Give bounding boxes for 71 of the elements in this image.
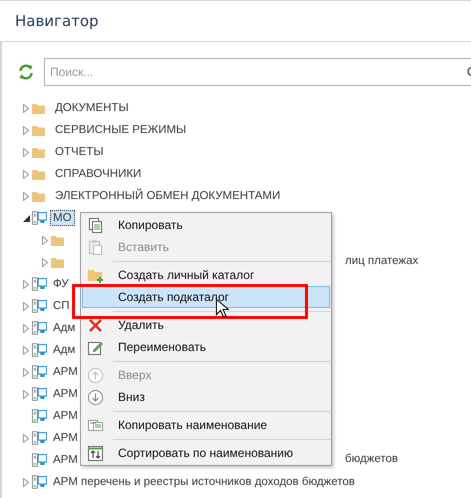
menu-item[interactable]: Копировать <box>82 214 330 236</box>
copy-name-icon <box>88 420 103 430</box>
menu-item[interactable]: Переименовать <box>82 336 330 358</box>
paste-icon <box>89 240 102 254</box>
delete-icon <box>88 318 102 332</box>
collapsed-arrow-icon[interactable] <box>23 104 29 112</box>
tree-item[interactable]: СЕРВИСНЫЕ РЕЖИМЫ <box>52 122 190 138</box>
collapsed-arrow-icon[interactable] <box>23 324 29 332</box>
computer-icon <box>32 342 47 358</box>
menu-item[interactable]: Копировать наименование <box>82 414 330 436</box>
computer-icon <box>32 430 47 446</box>
tree-item[interactable]: бюджетов <box>345 453 398 465</box>
collapsed-arrow-icon[interactable] <box>23 148 29 156</box>
panel-title: Навигатор <box>15 12 99 30</box>
down-icon <box>88 390 103 404</box>
collapsed-arrow-icon[interactable] <box>23 280 29 288</box>
tree-item[interactable]: СП <box>50 298 73 314</box>
collapsed-arrow-icon[interactable] <box>23 170 29 178</box>
tree-item[interactable]: СПРАВОЧНИКИ <box>52 166 144 182</box>
folder-icon <box>32 102 45 114</box>
tree-item[interactable]: АРМ перечень и реестры источников доходов бюджетов <box>50 474 358 490</box>
collapsed-arrow-icon[interactable] <box>42 258 48 266</box>
folder-icon <box>51 234 64 246</box>
computer-icon <box>32 386 47 402</box>
tree-item[interactable]: ЭЛЕКТРОННЫЙ ОБМЕН ДОКУМЕНТАМИ <box>52 188 284 204</box>
tree-item[interactable]: АРМ <box>50 386 81 402</box>
computer-icon <box>32 276 47 292</box>
copy-icon <box>89 218 102 232</box>
edit-icon <box>88 342 103 354</box>
tree-item[interactable]: ОТЧЕТЫ <box>52 144 107 160</box>
folder-plus-icon <box>88 270 104 284</box>
collapsed-arrow-icon[interactable] <box>23 302 29 310</box>
computer-icon <box>32 474 47 490</box>
tree-item[interactable]: ФУ <box>50 276 72 292</box>
collapsed-arrow-icon[interactable] <box>23 434 29 442</box>
tree-item[interactable]: ДОКУМЕНТЫ <box>52 100 132 116</box>
tree-item[interactable]: МО <box>50 210 75 226</box>
tree-item[interactable]: АРМ <box>50 452 81 468</box>
tree-item[interactable]: Адм <box>50 342 78 358</box>
menu-item[interactable]: Создать личный каталог <box>82 264 330 286</box>
computer-icon <box>32 452 47 468</box>
computer-icon <box>32 364 47 380</box>
folder-icon <box>51 256 64 268</box>
refresh-icon[interactable] <box>18 64 34 80</box>
computer-icon <box>32 320 47 336</box>
folder-icon <box>32 168 45 180</box>
expanded-arrow-icon[interactable] <box>23 214 30 222</box>
computer-icon <box>32 210 47 226</box>
tree-item[interactable]: Адм <box>50 320 78 336</box>
collapsed-arrow-icon[interactable] <box>23 478 29 486</box>
folder-icon <box>32 190 45 202</box>
collapsed-arrow-icon[interactable] <box>42 236 48 244</box>
collapsed-arrow-icon[interactable] <box>23 192 29 200</box>
collapsed-arrow-icon[interactable] <box>23 346 29 354</box>
collapsed-arrow-icon[interactable] <box>23 126 29 134</box>
collapsed-arrow-icon[interactable] <box>23 368 29 376</box>
folder-icon <box>32 124 45 136</box>
menu-item[interactable]: Сортировать по наименованию <box>82 442 330 464</box>
search-field[interactable]: Поиск... <box>44 58 471 86</box>
menu-item[interactable]: Вниз <box>82 386 330 408</box>
folder-icon <box>32 146 45 158</box>
menu-item[interactable]: Создать подкаталог <box>82 286 330 308</box>
computer-icon <box>32 298 47 314</box>
collapsed-arrow-icon[interactable] <box>23 390 29 398</box>
tree-item[interactable]: АРМ <box>50 408 81 424</box>
tree-item[interactable]: лиц платежах <box>345 255 418 267</box>
computer-icon <box>32 408 47 424</box>
sort-icon <box>88 446 103 460</box>
tree-item[interactable]: АРМ <box>50 364 81 380</box>
up-icon <box>88 368 103 382</box>
tree-item[interactable]: АРМ <box>50 430 81 446</box>
